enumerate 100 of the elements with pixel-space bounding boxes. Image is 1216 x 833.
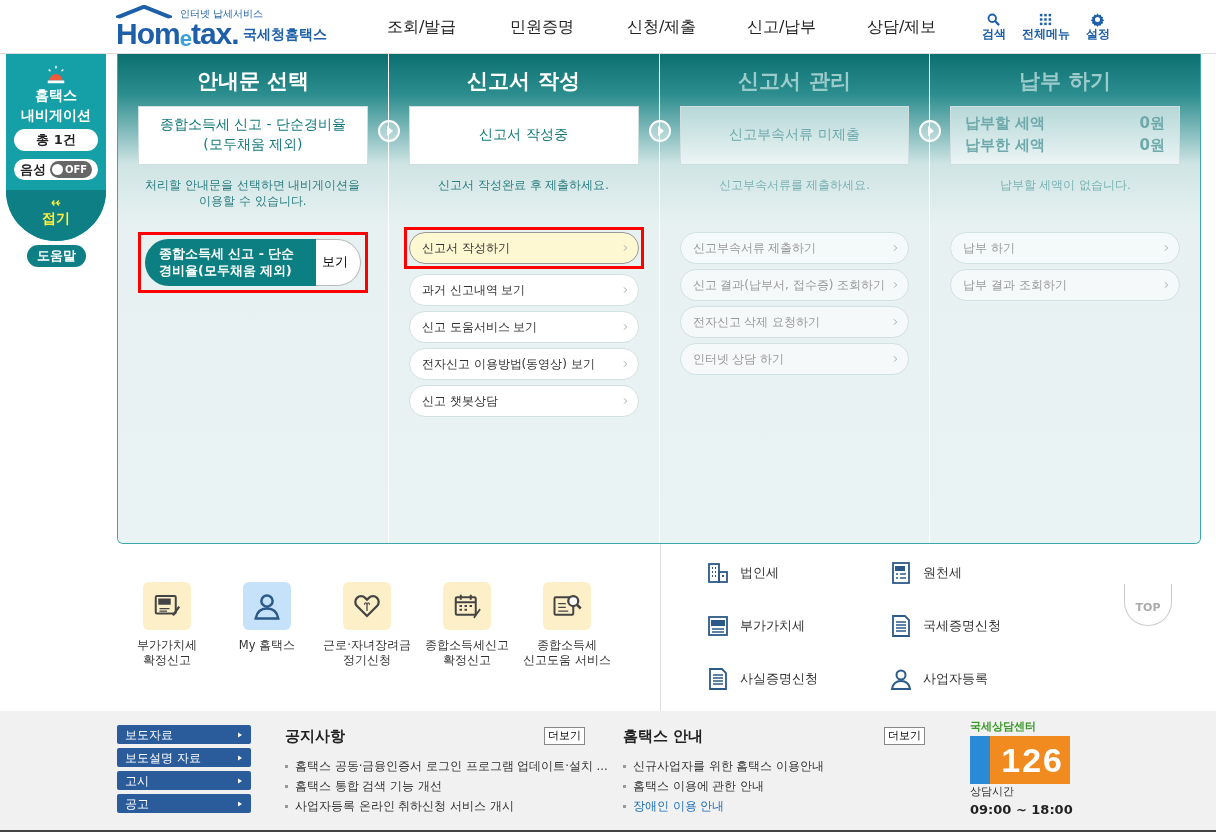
quick-link[interactable]: 종합소득세 신고도움 서비스	[517, 582, 617, 711]
triangle-right-icon	[237, 730, 243, 739]
document-icon	[706, 667, 730, 692]
building-icon	[706, 560, 730, 585]
hours-label: 상담시간	[970, 783, 1015, 800]
bullet-icon	[285, 764, 288, 768]
service-link[interactable]: 원천세	[923, 562, 962, 583]
notice-link[interactable]: 홈택스 공동·금융인증서 로그인 프로그램 업데이트·설치 ...	[285, 755, 623, 776]
person-icon	[889, 667, 913, 692]
menu-item[interactable]: 상담/제보	[841, 14, 962, 39]
board-title: 공지사항	[285, 726, 345, 747]
status-text: 신고부속서류 미제출	[729, 125, 860, 145]
stage-title: 납부 하기	[1018, 68, 1112, 95]
siren-icon	[45, 64, 67, 86]
stage-title: 신고서 관리	[737, 68, 852, 95]
more-button[interactable]: 더보기	[544, 727, 585, 746]
stage-title: 신고서 작성	[466, 68, 581, 95]
notice-link[interactable]: 장애인 이용 안내	[623, 795, 970, 816]
view-button[interactable]: 보기	[315, 238, 361, 286]
count-label: 총 1건	[14, 129, 98, 151]
board-title: 홈택스 안내	[623, 726, 704, 747]
chevron-right-icon	[621, 358, 630, 369]
service-link[interactable]: 사실증명신청	[740, 669, 818, 689]
person-icon	[252, 591, 282, 621]
chevron-right-icon	[621, 242, 630, 253]
notice-link[interactable]: 신규사업자를 위한 홈택스 이용안내	[623, 755, 970, 776]
quick-link-label: My 홈택스	[238, 638, 296, 653]
category-button[interactable]: 보도자료	[117, 725, 251, 744]
toolbar-button[interactable]: 전체메뉴	[1021, 11, 1070, 42]
quick-link-label: 확정신고	[442, 652, 492, 668]
notice-link[interactable]: 홈택스 이용에 관한 안내	[623, 775, 970, 796]
status-text: 종합소득세 신고 - 단순경비율 (모두채움 제외)	[158, 115, 348, 154]
service-link[interactable]: 부가가치세	[740, 616, 805, 636]
receipt-icon	[889, 560, 913, 585]
logo-wordmark: Hom$_{e}$tax.	[116, 18, 239, 49]
category-button[interactable]: 보도설명 자료	[117, 748, 251, 767]
bullet-icon	[623, 804, 626, 808]
quick-link[interactable]: 종합소득세신고 확정신고	[417, 582, 517, 711]
chevron-right-icon	[1163, 242, 1171, 253]
menu-item[interactable]: 신청/제출	[601, 14, 722, 39]
call-center-number: 126	[970, 735, 1070, 784]
quick-link-label: 정기신청	[342, 652, 392, 668]
menu-item[interactable]: 조회/발급	[361, 14, 482, 39]
menu-item[interactable]: 민원증명	[481, 14, 602, 39]
triangle-right-icon	[237, 776, 243, 785]
logo-tagline: 인터넷 납세서비스	[180, 7, 264, 19]
stage-note: 처리할 안내문을 선택하면 내비게이션을 이용할 수 있습니다.	[145, 177, 361, 209]
quick-link-label: 종합소득세신고	[425, 638, 509, 653]
navigator-title: 홈택스 내비게이션	[20, 86, 92, 125]
service-link[interactable]: 국세증명신청	[923, 616, 1001, 636]
toolbar-button[interactable]: 설정	[1085, 11, 1110, 42]
more-button[interactable]: 더보기	[884, 727, 925, 746]
chevron-right-icon	[621, 321, 630, 332]
stage-title: 안내문 선택	[195, 68, 311, 95]
bullet-icon	[285, 804, 288, 808]
quick-link-label: 근로·자녀장려금	[323, 638, 411, 653]
amount-label: 납부할 세액	[965, 113, 1046, 135]
action-item[interactable]: 과거 신고내역 보기	[408, 273, 639, 306]
triangle-right-icon	[237, 799, 243, 808]
house-roof-icon	[116, 4, 172, 19]
action-item[interactable]: 신고 도움서비스 보기	[408, 310, 639, 343]
grid-icon	[1038, 11, 1054, 27]
chevron-right-icon	[621, 395, 630, 406]
action-item[interactable]: 신고서 작성하기	[408, 231, 639, 264]
amount-value: 0원	[1139, 113, 1165, 135]
action-item[interactable]: 신고 챗봇상담	[408, 384, 639, 417]
settings-icon	[1090, 11, 1106, 27]
quick-link[interactable]: 부가가치세 확정신고	[117, 582, 217, 711]
hours-text: 09:00 ~ 18:00	[970, 801, 1073, 819]
service-link[interactable]: 법인세	[740, 562, 779, 583]
toolbar-button[interactable]: 검색	[981, 11, 1006, 42]
quick-link[interactable]: 근로·자녀장려금 정기신청	[317, 582, 417, 711]
service-link[interactable]: 사업자등록	[923, 669, 988, 689]
voice-toggle[interactable]: OFF	[49, 160, 93, 178]
category-button[interactable]: 고시	[117, 771, 251, 790]
menu-item[interactable]: 신고/납부	[721, 14, 842, 39]
notice-link[interactable]: 사업자등록 온라인 취하신청 서비스 개시	[285, 795, 623, 816]
logo-subtitle: 국세청홈택스	[242, 24, 327, 44]
action-item[interactable]: 전자신고 이용방법(동영상) 보기	[408, 347, 639, 380]
help-button[interactable]: 도움말	[26, 245, 86, 267]
quick-link-label: 부가가치세	[137, 638, 197, 653]
bullet-icon	[623, 784, 626, 788]
document-title[interactable]: 종합소득세 신고 - 단순경비율(모두채움 제외)	[145, 238, 316, 286]
status-text: 신고서 작성중	[479, 125, 568, 145]
document-icon	[889, 613, 913, 638]
stage-note: 신고부속서류를 제출하세요.	[718, 177, 871, 192]
bullet-icon	[623, 764, 626, 768]
stage-note: 납부할 세액이 없습니다.	[999, 177, 1131, 192]
amount-value: 0원	[1139, 135, 1165, 156]
voice-label: 음성	[19, 160, 46, 179]
search-icon	[986, 11, 1002, 27]
triangle-right-icon	[237, 753, 243, 762]
bullet-icon	[285, 784, 288, 788]
quick-link-label: 신고도움 서비스	[523, 652, 611, 668]
quick-link[interactable]: My 홈택스	[217, 582, 317, 711]
notice-link[interactable]: 홈택스 통합 검색 기능 개선	[285, 775, 623, 796]
chevron-right-icon	[1163, 279, 1171, 290]
vat-form-icon	[706, 613, 730, 638]
quick-link-label: 종합소득세	[536, 638, 598, 653]
category-button[interactable]: 공고	[117, 794, 251, 813]
